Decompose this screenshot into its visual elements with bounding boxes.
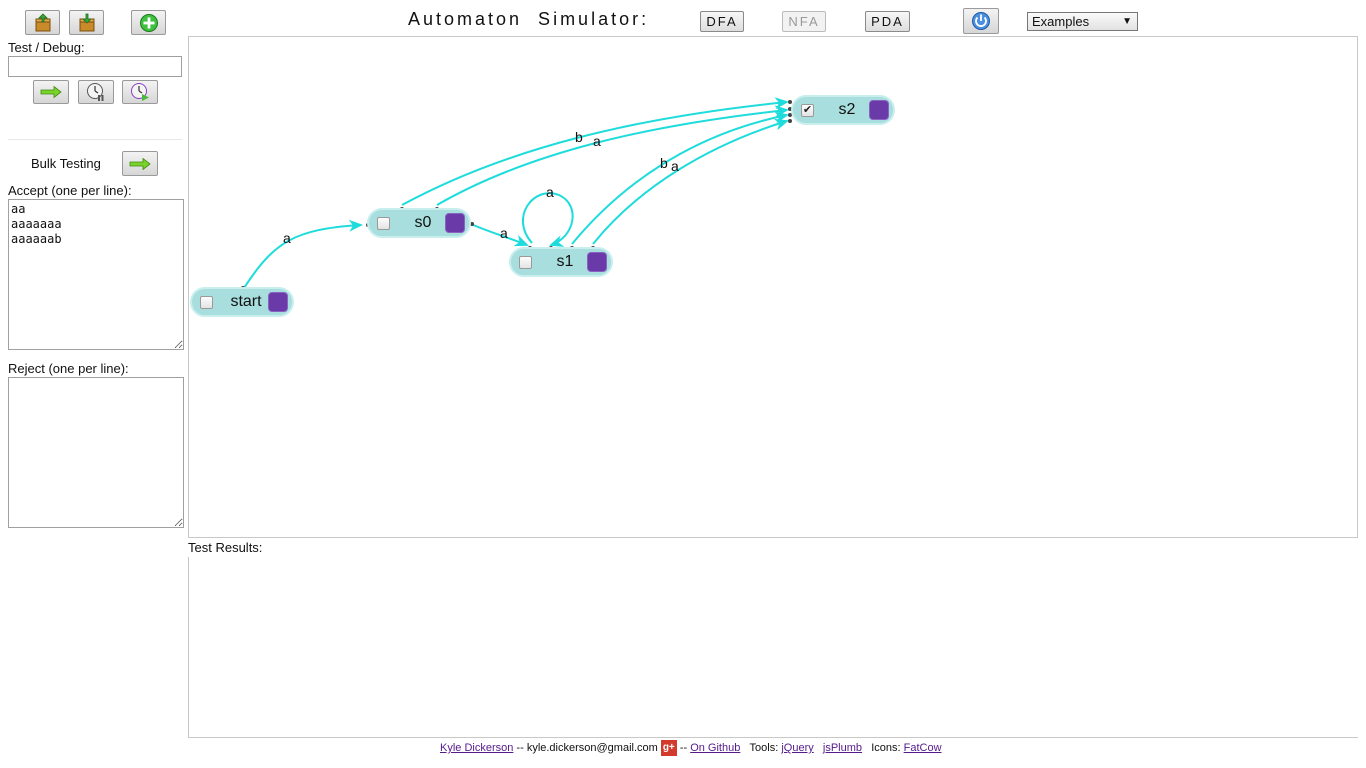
footer-separator: -- — [516, 742, 524, 754]
jquery-link[interactable]: jQuery — [781, 742, 813, 754]
state-drag-handle[interactable] — [587, 252, 607, 272]
examples-select-value: Examples — [1032, 14, 1090, 29]
box-load-icon — [79, 13, 94, 31]
edge-s1-s2-a[interactable] — [592, 118, 789, 245]
plus-circle-icon — [139, 13, 158, 32]
arrow-right-icon — [40, 86, 62, 98]
state-drag-handle[interactable] — [268, 292, 288, 312]
edge-label: a — [500, 225, 508, 241]
edge-s1-s2-b[interactable] — [571, 111, 789, 245]
state-s1[interactable]: s1 — [509, 247, 613, 277]
bulk-test-run-button[interactable] — [122, 151, 158, 176]
box-save-icon — [35, 12, 50, 31]
bulk-testing-label: Bulk Testing — [31, 156, 101, 171]
state-start[interactable]: start — [190, 287, 294, 317]
debug-step-button[interactable] — [78, 80, 114, 104]
clock-pause-icon — [87, 83, 104, 101]
reject-label: Reject (one per line): — [8, 361, 129, 376]
accept-label: Accept (one per line): — [8, 183, 132, 198]
edge-label: a — [671, 158, 679, 174]
test-results-label: Test Results: — [188, 540, 263, 555]
reset-button[interactable] — [963, 8, 999, 34]
clock-play-icon — [131, 83, 149, 101]
footer: Kyle Dickerson -- kyle.dickerson@gmail.c… — [440, 740, 942, 756]
state-label: start — [230, 293, 262, 310]
mode-dfa-button[interactable]: DFA — [700, 11, 744, 32]
test-run-button[interactable] — [33, 80, 69, 104]
state-s0[interactable]: s0 — [367, 208, 471, 238]
state-label: s2 — [838, 101, 856, 118]
reject-textarea[interactable] — [8, 377, 184, 528]
mode-pda-button[interactable]: PDA — [865, 11, 910, 32]
edge-s0-s1[interactable] — [470, 223, 529, 247]
state-label: s1 — [556, 253, 574, 270]
add-state-button[interactable] — [131, 10, 166, 35]
test-results-panel — [188, 557, 1358, 738]
edge-s0-s2-a[interactable] — [436, 105, 789, 206]
accept-checkbox[interactable] — [377, 217, 390, 230]
edge-start-s0[interactable] — [243, 219, 363, 289]
edge-label: b — [575, 129, 583, 145]
automaton-canvas[interactable]: a a a b a b a start s0 s1 ✔ s2 — [188, 36, 1358, 538]
edge-s1-loop[interactable] — [521, 192, 574, 247]
app-title: Automaton Simulator: — [408, 9, 650, 29]
mode-nfa-button[interactable]: NFA — [782, 11, 826, 32]
footer-separator: -- — [679, 742, 688, 754]
accept-checkbox[interactable] — [519, 256, 532, 269]
accept-checkbox[interactable] — [200, 296, 213, 309]
google-plus-icon[interactable]: g+ — [660, 740, 677, 756]
examples-select[interactable]: Examples ▼ — [1027, 12, 1138, 31]
transition-edges — [243, 97, 789, 289]
github-link[interactable]: On Github — [690, 742, 740, 754]
test-debug-label: Test / Debug: — [8, 40, 85, 55]
test-input[interactable] — [8, 56, 182, 77]
edge-label: b — [660, 155, 668, 171]
endpoint-dot — [788, 119, 792, 123]
dropdown-arrow-icon: ▼ — [1122, 16, 1132, 27]
sidebar-divider — [8, 139, 182, 140]
state-label: s0 — [414, 214, 432, 231]
arrow-right-icon — [129, 157, 151, 170]
icons-label: Icons: — [871, 742, 901, 754]
power-icon — [972, 12, 990, 30]
accept-textarea[interactable]: aa aaaaaaa aaaaaab — [8, 199, 184, 350]
author-link[interactable]: Kyle Dickerson — [440, 742, 513, 754]
tools-label: Tools: — [749, 742, 779, 754]
fatcow-link[interactable]: FatCow — [904, 742, 942, 754]
state-s2[interactable]: ✔ s2 — [791, 95, 895, 125]
edge-label: a — [546, 184, 554, 200]
save-button[interactable] — [25, 10, 60, 35]
debug-run-button[interactable] — [122, 80, 158, 104]
author-email: kyle.dickerson@gmail.com — [526, 742, 658, 754]
accept-checkbox[interactable]: ✔ — [801, 104, 814, 117]
load-button[interactable] — [69, 10, 104, 35]
state-drag-handle[interactable] — [445, 213, 465, 233]
edge-label: a — [593, 133, 601, 149]
edge-label: a — [283, 230, 291, 246]
state-drag-handle[interactable] — [869, 100, 889, 120]
jsplumb-link[interactable]: jsPlumb — [823, 742, 862, 754]
